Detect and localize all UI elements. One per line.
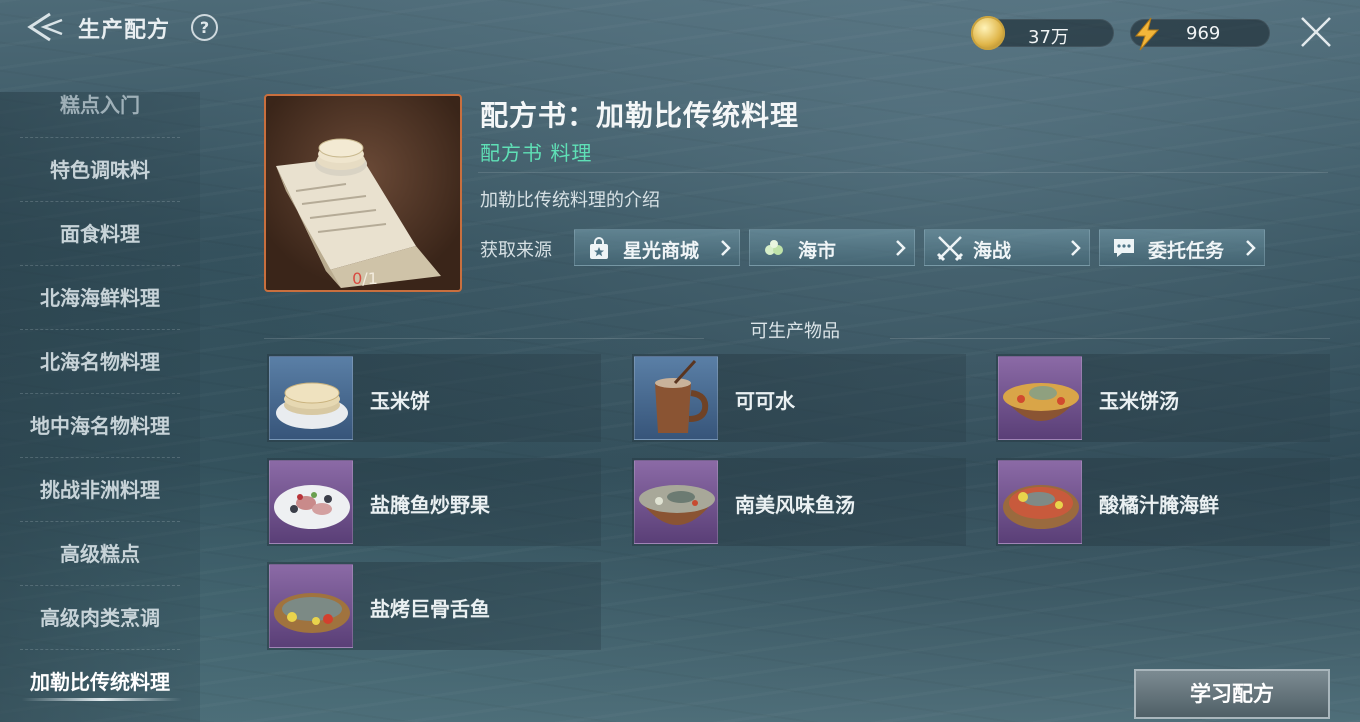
recipe-book-image: 0/1 bbox=[264, 94, 462, 292]
sidebar-item-noodle-cuisine[interactable]: 面食料理 bbox=[20, 202, 180, 266]
required-count: /1 bbox=[362, 269, 378, 288]
wooden-mug-icon bbox=[655, 359, 709, 433]
source-button-naval-battle[interactable]: 海战 bbox=[924, 229, 1090, 266]
product-item-tortilla[interactable]: 玉米饼 bbox=[267, 354, 601, 442]
section-divider-right bbox=[890, 338, 1330, 339]
product-name: 玉米饼 bbox=[370, 389, 430, 413]
product-thumb bbox=[269, 356, 353, 440]
sidebar-item-advanced-pastry[interactable]: 高级糕点 bbox=[20, 522, 180, 586]
sidebar-item-pastry-intro[interactable]: 糕点入门 bbox=[20, 92, 180, 138]
page-title: 生产配方 bbox=[78, 18, 171, 43]
source-label-starlight-shop: 星光商城 bbox=[623, 240, 700, 262]
product-item-cocoa-water[interactable]: 可可水 bbox=[632, 354, 966, 442]
ceviche-bowl-icon bbox=[1003, 485, 1079, 529]
close-icon[interactable] bbox=[1298, 14, 1334, 50]
active-indicator bbox=[22, 698, 182, 701]
sidebar-item-african-challenge[interactable]: 挑战非洲料理 bbox=[20, 458, 180, 522]
learn-recipe-button[interactable]: 学习配方 bbox=[1134, 669, 1330, 719]
source-button-starlight-shop[interactable]: 星光商城 bbox=[574, 229, 740, 266]
recipe-type: 配方书 料理 bbox=[480, 141, 593, 165]
open-book-icon bbox=[276, 138, 441, 288]
source-label-naval-battle: 海战 bbox=[973, 240, 1012, 262]
product-thumb bbox=[634, 460, 718, 544]
product-thumb bbox=[998, 460, 1082, 544]
products-section-title: 可生产物品 bbox=[750, 321, 840, 342]
chat-bubble-icon bbox=[1114, 239, 1134, 257]
tortilla-icon bbox=[276, 382, 348, 429]
product-thumb bbox=[634, 356, 718, 440]
product-item-ceviche[interactable]: 酸橘汁腌海鲜 bbox=[996, 458, 1330, 546]
product-thumb bbox=[269, 460, 353, 544]
product-item-salt-grilled-arapaima[interactable]: 盐烤巨骨舌鱼 bbox=[267, 562, 601, 650]
market-icon bbox=[765, 240, 783, 255]
product-name: 南美风味鱼汤 bbox=[735, 493, 855, 517]
sidebar-item-mediterranean-specialty[interactable]: 地中海名物料理 bbox=[20, 394, 180, 458]
product-name: 可可水 bbox=[735, 389, 795, 413]
product-name: 玉米饼汤 bbox=[1099, 389, 1179, 413]
source-label: 获取来源 bbox=[480, 240, 552, 261]
chevron-right-icon bbox=[721, 240, 731, 256]
recipe-title: 配方书：加勒比传统料理 bbox=[480, 99, 800, 132]
sidebar-item-advanced-meat[interactable]: 高级肉类烹调 bbox=[20, 586, 180, 650]
grilled-fish-plate-icon bbox=[274, 593, 350, 633]
source-button-sea-market[interactable]: 海市 bbox=[749, 229, 915, 266]
energy-currency: 969 bbox=[1130, 17, 1270, 51]
shop-bag-icon bbox=[590, 237, 608, 259]
product-item-salted-fish-berries[interactable]: 盐腌鱼炒野果 bbox=[267, 458, 601, 546]
product-name: 酸橘汁腌海鲜 bbox=[1099, 493, 1219, 517]
gold-amount: 37万 bbox=[1028, 27, 1069, 48]
gold-currency: 37万 bbox=[971, 16, 1114, 50]
divider bbox=[478, 172, 1328, 173]
chevron-right-icon bbox=[1246, 240, 1256, 256]
top-bar: 生产配方 ? 37万 969 bbox=[0, 0, 1360, 60]
product-item-south-american-fish-soup[interactable]: 南美风味鱼汤 bbox=[632, 458, 966, 546]
back-arrow-icon[interactable] bbox=[24, 10, 66, 44]
fish-soup-bowl-icon bbox=[639, 485, 715, 525]
sidebar-item-caribbean-traditional[interactable]: 加勒比传统料理 bbox=[20, 650, 180, 714]
product-name: 盐烤巨骨舌鱼 bbox=[370, 597, 490, 621]
soup-bowl-icon bbox=[1003, 383, 1079, 421]
product-item-tortilla-soup[interactable]: 玉米饼汤 bbox=[996, 354, 1330, 442]
gold-coin-icon bbox=[971, 16, 1005, 50]
owned-count: 0 bbox=[352, 269, 363, 288]
crossed-swords-icon bbox=[936, 236, 964, 262]
energy-amount: 969 bbox=[1186, 23, 1221, 44]
help-icon[interactable]: ? bbox=[191, 14, 218, 41]
chevron-right-icon bbox=[896, 240, 906, 256]
product-name: 盐腌鱼炒野果 bbox=[370, 493, 490, 517]
sidebar-item-special-seasoning[interactable]: 特色调味料 bbox=[20, 138, 180, 202]
recipe-book-count: 0/1 bbox=[266, 269, 460, 288]
recipe-description: 加勒比传统料理的介绍 bbox=[480, 190, 660, 211]
product-thumb bbox=[269, 564, 353, 648]
source-button-commission-quest[interactable]: 委托任务 bbox=[1099, 229, 1265, 266]
chevron-right-icon bbox=[1071, 240, 1081, 256]
source-label-commission-quest: 委托任务 bbox=[1148, 240, 1225, 262]
lightning-bolt-icon bbox=[1134, 17, 1160, 51]
fish-berries-plate-icon bbox=[274, 485, 350, 529]
source-label-sea-market: 海市 bbox=[798, 240, 837, 262]
product-thumb bbox=[998, 356, 1082, 440]
